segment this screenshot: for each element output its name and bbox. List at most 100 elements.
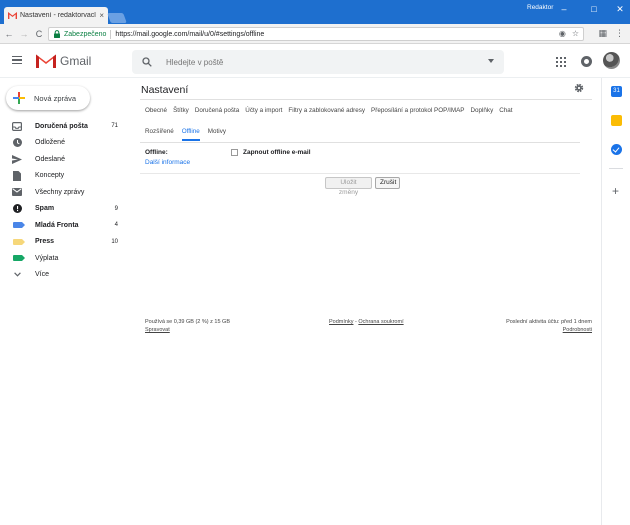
reload-button[interactable]: C xyxy=(33,29,45,39)
main-menu-icon[interactable] xyxy=(12,56,22,64)
tab-chat[interactable]: Chat xyxy=(499,107,512,118)
offline-setting-label: Offline: xyxy=(145,149,168,156)
sidebar-item-snoozed[interactable]: Odložené xyxy=(0,135,124,152)
tab-addons[interactable]: Doplňky xyxy=(470,107,493,118)
new-tab-button[interactable] xyxy=(107,13,127,23)
last-activity: Poslední aktivita účtu: před 1 dnem xyxy=(506,319,592,325)
chevron-down-icon xyxy=(12,270,22,280)
label-icon xyxy=(12,237,25,247)
unread-count: 10 xyxy=(111,238,118,245)
notifications-icon[interactable] xyxy=(581,56,592,67)
footer-activity: Poslední aktivita účtu: před 1 dnem Podr… xyxy=(506,318,592,334)
back-button[interactable]: ← xyxy=(3,29,15,39)
forward-button[interactable]: → xyxy=(18,29,30,39)
sidebar-item-vyplata[interactable]: Výplata xyxy=(0,250,124,267)
tab-advanced[interactable]: Rozšířené xyxy=(145,128,174,141)
tab-labels[interactable]: Štítky xyxy=(173,107,189,118)
footer-storage: Používá se 0,39 GB (2 %) z 15 GB Spravov… xyxy=(145,318,230,334)
clock-icon xyxy=(12,138,22,148)
title-divider xyxy=(140,99,592,100)
address-bar[interactable]: Zabezpečeno https://mail.google.com/mail… xyxy=(48,27,584,41)
browser-profile-name[interactable]: Redaktor xyxy=(527,4,553,11)
gmail-wordmark: Gmail xyxy=(60,54,92,68)
unread-count: 4 xyxy=(114,222,118,229)
sidebar-nav: Doručená pošta 71 Odložené Odeslané Konc… xyxy=(0,118,124,283)
search-options-icon[interactable] xyxy=(488,59,494,63)
page-title: Nastavení xyxy=(141,84,189,96)
compose-label: Nová zpráva xyxy=(34,93,77,103)
sidebar-item-drafts[interactable]: Koncepty xyxy=(0,168,124,185)
tab-close-icon[interactable]: × xyxy=(99,11,104,20)
url-separator xyxy=(110,29,112,39)
tab-filters[interactable]: Filtry a zablokované adresy xyxy=(288,107,365,118)
sidebar-item-more[interactable]: Více xyxy=(0,267,124,284)
add-addon-icon[interactable]: + xyxy=(612,185,619,197)
tab-accounts[interactable]: Účty a import xyxy=(245,107,282,118)
sidebar-item-label: Mladá Fronta xyxy=(35,221,79,229)
more-info-link[interactable]: Další informace xyxy=(145,159,190,166)
privacy-link[interactable]: Ochrana soukromí xyxy=(358,319,403,325)
browser-tab[interactable]: Nastavení - redaktorvaclav × xyxy=(4,7,108,24)
maximize-button[interactable]: □ xyxy=(585,2,603,16)
save-changes-button[interactable]: Uložit změny xyxy=(325,177,372,196)
activity-details-link[interactable]: Podrobnosti xyxy=(506,326,592,334)
tab-title: Nastavení - redaktorvaclav xyxy=(20,12,97,19)
sidebar-item-label: Spam xyxy=(35,205,55,213)
label-icon xyxy=(12,220,25,230)
cancel-button[interactable]: Zrušit xyxy=(375,177,400,189)
inbox-icon xyxy=(12,121,22,131)
sidebar-item-all-mail[interactable]: Všechny zprávy xyxy=(0,184,124,201)
terms-link[interactable]: Podmínky xyxy=(329,319,353,325)
mail-search-bar[interactable] xyxy=(132,50,504,74)
tab-general[interactable]: Obecné xyxy=(145,107,167,118)
tasks-icon[interactable] xyxy=(611,144,622,155)
secure-label: Zabezpečeno xyxy=(64,30,107,38)
search-icon[interactable] xyxy=(142,57,152,67)
calendar-icon[interactable]: 31 xyxy=(611,86,622,97)
sidebar-item-label: Výplata xyxy=(35,254,59,262)
gmail-logo-icon[interactable] xyxy=(36,53,56,68)
enable-offline-checkbox[interactable] xyxy=(231,149,238,156)
eye-icon[interactable]: ◉ xyxy=(559,29,566,38)
compose-button[interactable]: Nová zpráva xyxy=(6,86,90,110)
tab-offline[interactable]: Offline xyxy=(181,128,200,141)
browser-titlebar: Nastavení - redaktorvaclav × Redaktor – … xyxy=(0,0,630,24)
keep-icon[interactable] xyxy=(611,115,622,126)
spam-icon xyxy=(12,204,22,214)
star-icon[interactable]: ☆ xyxy=(572,29,579,38)
account-avatar[interactable] xyxy=(603,52,620,69)
browser-toolbar: ← → C Zabezpečeno https://mail.google.co… xyxy=(0,24,630,44)
sidebar-item-label: Koncepty xyxy=(35,172,65,180)
sidebar-item-sent[interactable]: Odeslané xyxy=(0,151,124,168)
sidebar-item-mlada-fronta[interactable]: Mladá Fronta 4 xyxy=(0,217,124,234)
send-icon xyxy=(12,154,22,164)
extension-icon[interactable]: ▦ xyxy=(598,28,607,39)
tab-inbox[interactable]: Doručená pošta xyxy=(195,107,239,118)
sidebar-item-inbox[interactable]: Doručená pošta 71 xyxy=(0,118,124,135)
storage-usage: Používá se 0,39 GB (2 %) z 15 GB xyxy=(145,319,230,325)
manage-storage-link[interactable]: Spravovat xyxy=(145,326,230,334)
enable-offline-label[interactable]: Zapnout offline e-mail xyxy=(243,149,311,156)
search-input[interactable] xyxy=(166,57,466,67)
label-icon xyxy=(12,253,25,263)
url-text[interactable]: https://mail.google.com/mail/u/0/#settin… xyxy=(115,31,264,38)
settings-tabs-row1: Obecné Štítky Doručená pošta Účty a impo… xyxy=(145,107,513,118)
draft-icon xyxy=(12,170,22,181)
sidebar-item-spam[interactable]: Spam 9 xyxy=(0,201,124,218)
gear-icon[interactable] xyxy=(574,83,584,93)
side-panel: 31 + xyxy=(601,78,630,525)
mail-icon xyxy=(12,187,22,197)
apps-grid-icon[interactable] xyxy=(556,57,566,67)
sidebar-item-label: Odeslané xyxy=(35,155,65,163)
minimize-button[interactable]: – xyxy=(555,2,573,16)
tab-forwarding[interactable]: Přeposílání a protokol POP/IMAP xyxy=(371,107,464,118)
menu-icon[interactable]: ⋮ xyxy=(615,28,624,39)
section-divider xyxy=(140,173,580,174)
sidebar-item-label: Všechny zprávy xyxy=(35,188,85,196)
sidebar-item-press[interactable]: Press 10 xyxy=(0,234,124,251)
close-window-button[interactable]: ✕ xyxy=(611,2,629,16)
gmail-favicon-icon xyxy=(8,12,17,19)
sidebar-item-label: Odložené xyxy=(35,139,65,147)
unread-count: 9 xyxy=(114,205,118,212)
tab-themes[interactable]: Motivy xyxy=(208,128,226,141)
